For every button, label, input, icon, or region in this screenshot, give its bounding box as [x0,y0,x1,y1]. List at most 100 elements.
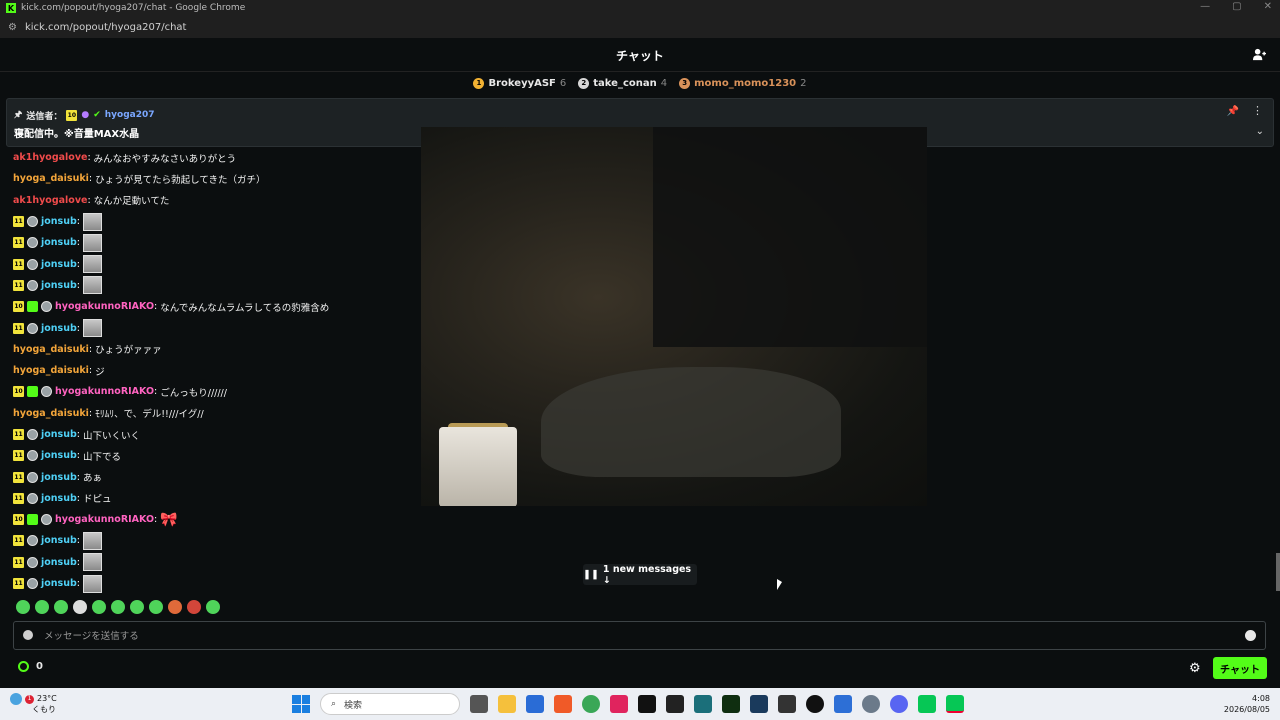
settings-app-icon[interactable] [862,695,880,713]
chat-username[interactable]: jonsub [41,280,77,291]
window-controls: — ▢ ✕ [1200,1,1272,12]
emote-icon[interactable] [130,600,144,614]
emote-icon[interactable] [35,600,49,614]
video-scene-shadow [653,127,927,347]
chat-username[interactable]: jonsub [41,259,77,270]
chat-username[interactable]: jonsub [41,472,77,483]
subscriber-badge: 11 [13,216,24,228]
more-options-icon[interactable]: ⋮ [1252,104,1263,117]
emote-icon[interactable] [168,600,182,614]
chat-text: ジ [95,366,105,378]
address-bar[interactable]: ⚙ kick.com/popout/hyoga207/chat [0,16,1280,38]
chat-username[interactable]: hyogakunnoRIAKO [55,301,154,312]
pin-icon: 🖈 [14,110,23,120]
emote-icon[interactable] [187,600,201,614]
emote-icon[interactable] [206,600,220,614]
leaderboard-item[interactable]: 1 BrokeyyASF 6 [473,77,566,89]
app-icon[interactable] [526,695,544,713]
chevron-down-icon[interactable]: ⌄ [1256,126,1264,137]
username-separator: : [88,365,93,377]
brave-browser-icon[interactable] [554,695,572,713]
app-icon[interactable] [666,695,684,713]
username-separator: : [76,492,80,504]
username-separator: : [154,514,158,526]
file-explorer-icon[interactable] [498,695,516,713]
page-scrollbar[interactable] [1276,553,1280,591]
steam-icon[interactable] [750,695,768,713]
app-icon[interactable] [694,695,712,713]
app-icon[interactable] [610,695,628,713]
site-info-icon[interactable]: ⚙ [8,22,17,33]
username-separator: : [88,407,93,419]
subscriber-badge: 10 [66,109,78,121]
emote-icon[interactable] [16,600,30,614]
chat-username[interactable]: jonsub [41,237,77,248]
stream-video-player[interactable] [421,127,927,506]
users-icon[interactable] [1253,48,1266,61]
chat-username[interactable]: jonsub [41,493,77,504]
new-messages-button[interactable]: ❚❚ 1 new messages ↓ [583,564,697,586]
chat-username[interactable]: jonsub [41,557,77,568]
chat-username[interactable]: jonsub [41,450,77,461]
taskbar-clock[interactable]: 4:08 2026/08/05 [1224,693,1270,715]
chat-username[interactable]: jonsub [41,535,77,546]
obs-icon[interactable] [806,695,824,713]
gear-icon[interactable]: ⚙ [1189,661,1201,676]
leaderboard-user: BrokeyyASF [488,77,556,89]
leaderboard-item[interactable]: 3 momo_momo1230 2 [679,77,807,89]
chat-username[interactable]: hyoga_daisuki [13,344,89,355]
pinned-username[interactable]: hyoga207 [105,110,155,120]
ribbon-emote-icon: 🎀 [160,511,178,528]
emote-icon[interactable] [149,600,163,614]
task-view-icon[interactable] [470,695,488,713]
line-active-icon[interactable] [946,695,964,713]
chat-username[interactable]: hyoga_daisuki [13,408,89,419]
chat-username[interactable]: jonsub [41,216,77,227]
clock-date: 2026/08/05 [1223,705,1270,714]
url-text[interactable]: kick.com/popout/hyoga207/chat [25,22,187,33]
chat-username[interactable]: jonsub [41,429,77,440]
username-separator: : [76,535,80,547]
channel-points[interactable]: 0 [18,661,43,672]
emote-icon[interactable] [92,600,106,614]
taskbar-search[interactable]: ⌕ 検索 [320,693,460,715]
emote-icon[interactable] [111,600,125,614]
chat-message: 11 jonsub: [13,232,433,253]
chat-message: hyoga_daisuki: ひょうが見てたら勃起してきた（ガチ） [13,168,433,189]
emote-icon[interactable] [54,600,68,614]
face-emote-icon [82,255,102,274]
chat-input[interactable] [44,626,1224,646]
emote-icon[interactable] [73,600,87,614]
send-chat-button[interactable]: チャット [1213,657,1267,679]
chat-username[interactable]: hyogakunnoRIAKO [55,386,154,397]
chat-username[interactable]: hyoga_daisuki [13,173,89,184]
leaderboard-item[interactable]: 2 take_conan 4 [578,77,667,89]
chat-message: 11 jonsub: 山下でる [13,445,433,466]
unpin-icon[interactable]: 📌 [1227,106,1239,117]
chat-message: 10 hyogakunnoRIAKO: ごんっもり////// [13,381,433,402]
weather-widget[interactable]: 1 23°C くもり [10,693,57,715]
emoji-picker-icon[interactable] [1245,630,1256,641]
line-icon[interactable] [918,695,936,713]
tiktok-icon[interactable] [638,695,656,713]
chat-username[interactable]: hyogakunnoRIAKO [55,514,154,525]
chrome-icon[interactable] [582,695,600,713]
username-separator: : [76,322,80,334]
chat-text: あぁ [82,473,102,485]
app-icon[interactable] [722,695,740,713]
chat-username[interactable]: hyoga_daisuki [13,365,89,376]
restore-icon[interactable]: ▢ [1232,1,1241,12]
chat-username[interactable]: jonsub [41,323,77,334]
minimize-icon[interactable]: — [1200,1,1210,12]
face-emote-icon [82,531,102,550]
close-icon[interactable]: ✕ [1264,1,1272,12]
app-icon[interactable] [834,695,852,713]
user-avatar-badge-icon [27,322,38,334]
chat-username[interactable]: ak1hyogalove [13,152,87,163]
discord-icon[interactable] [890,695,908,713]
windows-start-icon[interactable] [292,695,310,713]
gifter-badge-icon [27,301,38,313]
chat-username[interactable]: ak1hyogalove [13,195,87,206]
chat-username[interactable]: jonsub [41,578,77,589]
app-icon[interactable] [778,695,796,713]
